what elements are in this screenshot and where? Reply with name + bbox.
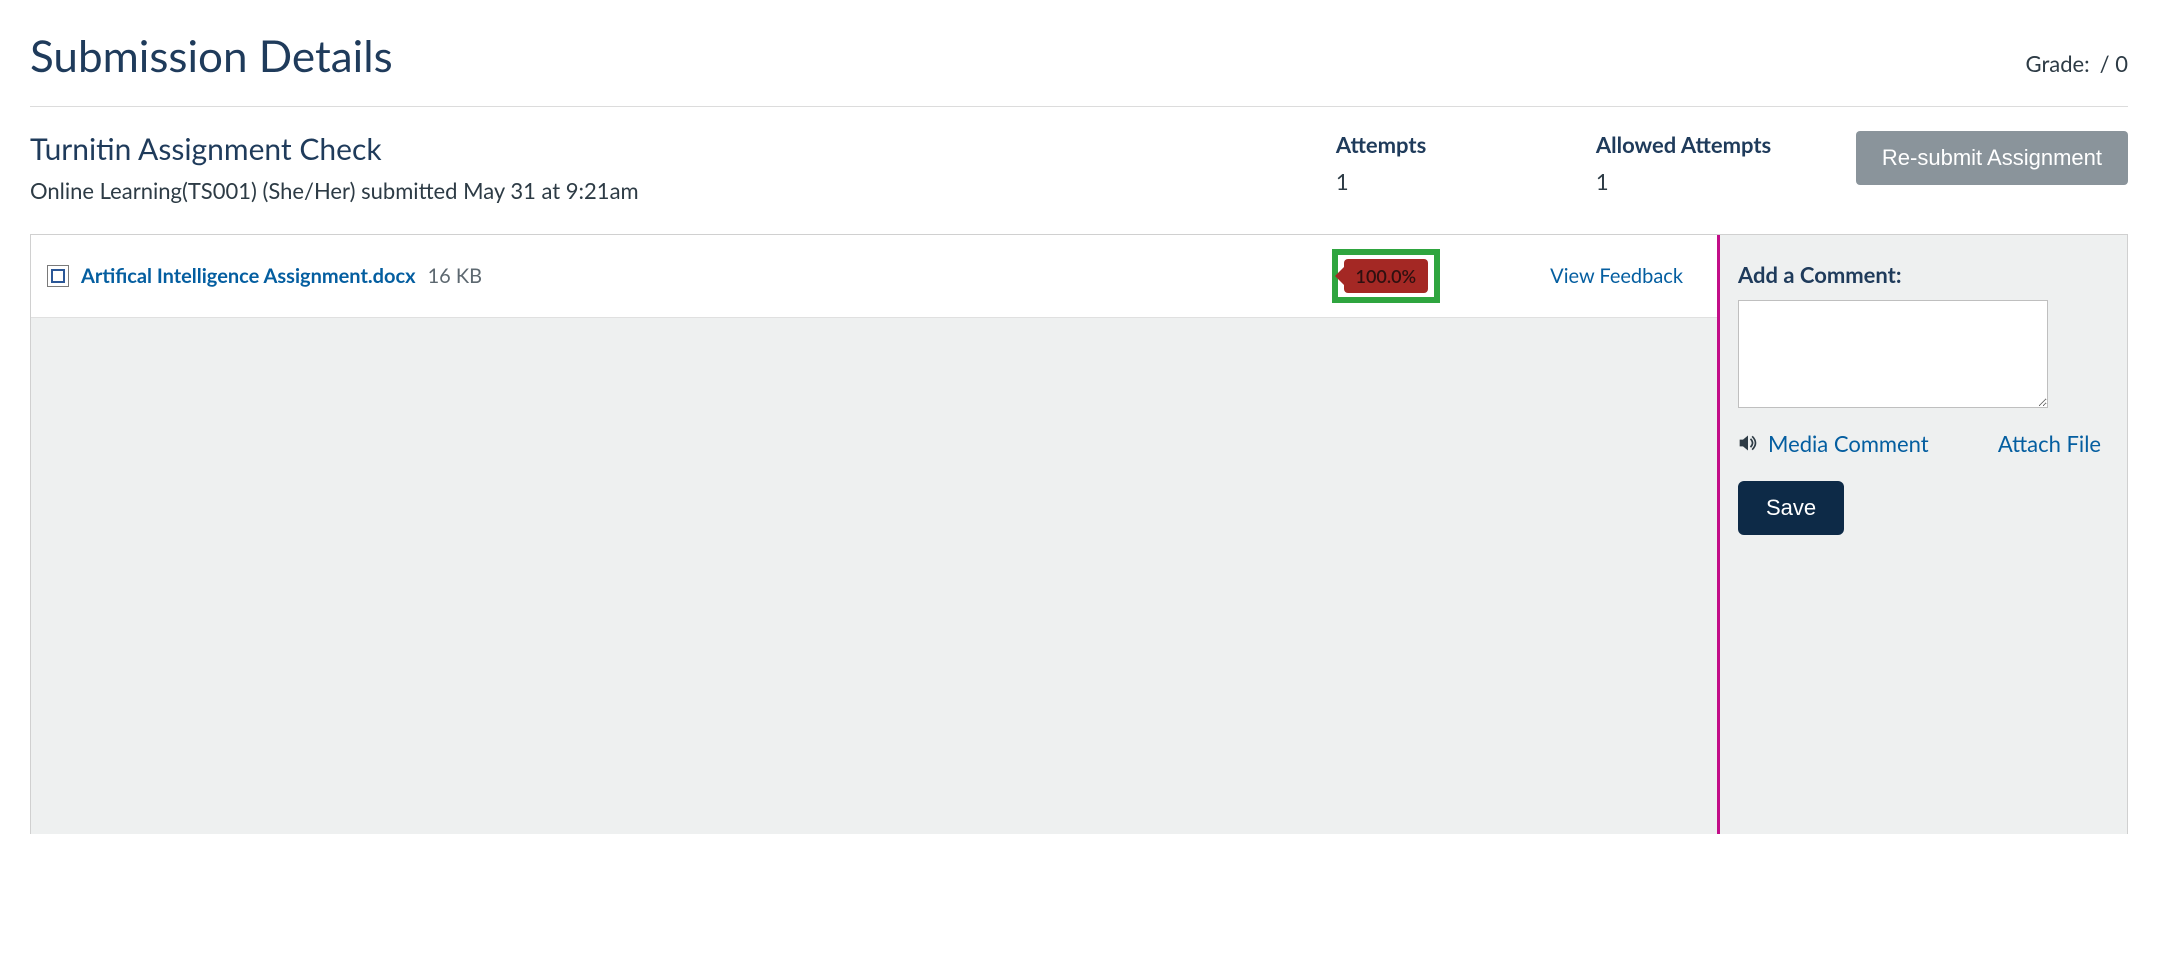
attempts-block: Attempts 1 [1336, 131, 1556, 195]
view-feedback-link[interactable]: View Feedback [1550, 264, 1683, 288]
file-link[interactable]: Artifical Intelligence Assignment.docx [81, 264, 416, 288]
media-comment-link[interactable]: Media Comment [1738, 430, 1929, 457]
attach-file-link[interactable]: Attach File [1998, 430, 2101, 457]
page-header: Submission Details Grade: / 0 [30, 30, 2128, 107]
word-document-icon [47, 265, 69, 287]
comments-panel: Add a Comment: Media Comment Attach File… [1717, 235, 2127, 834]
allowed-attempts-label: Allowed Attempts [1596, 131, 1816, 158]
plagiarism-highlight: 100.0% [1332, 249, 1441, 303]
submission-info-line: Online Learning(TS001) (She/Her) submitt… [30, 177, 1296, 204]
file-row: Artifical Intelligence Assignment.docx 1… [31, 235, 1717, 318]
grade-display: Grade: / 0 [2026, 50, 2128, 77]
add-comment-heading: Add a Comment: [1738, 261, 2109, 288]
plagiarism-container: 100.0% View Feedback [1332, 249, 1701, 303]
file-size: 16 KB [428, 264, 483, 288]
save-button[interactable]: Save [1738, 481, 1844, 535]
comment-links-row: Media Comment Attach File [1738, 430, 2109, 457]
page-title: Submission Details [30, 30, 393, 82]
submission-panel: Artifical Intelligence Assignment.docx 1… [31, 235, 1717, 834]
assignment-block: Turnitin Assignment Check Online Learnin… [30, 131, 1296, 204]
allowed-attempts-value: 1 [1596, 168, 1816, 195]
attempts-label: Attempts [1336, 131, 1556, 158]
assignment-title: Turnitin Assignment Check [30, 131, 1296, 167]
comment-textarea[interactable] [1738, 300, 2048, 408]
content-area: Artifical Intelligence Assignment.docx 1… [30, 234, 2128, 834]
grade-denominator: / 0 [2100, 50, 2128, 77]
grade-label: Grade: [2026, 50, 2090, 77]
attempts-value: 1 [1336, 168, 1556, 195]
allowed-attempts-block: Allowed Attempts 1 [1596, 131, 1816, 195]
media-comment-label: Media Comment [1768, 430, 1929, 457]
resubmit-button[interactable]: Re-submit Assignment [1856, 131, 2128, 185]
speaker-icon [1738, 430, 1758, 457]
assignment-info-row: Turnitin Assignment Check Online Learnin… [30, 131, 2128, 204]
plagiarism-badge[interactable]: 100.0% [1344, 259, 1429, 293]
